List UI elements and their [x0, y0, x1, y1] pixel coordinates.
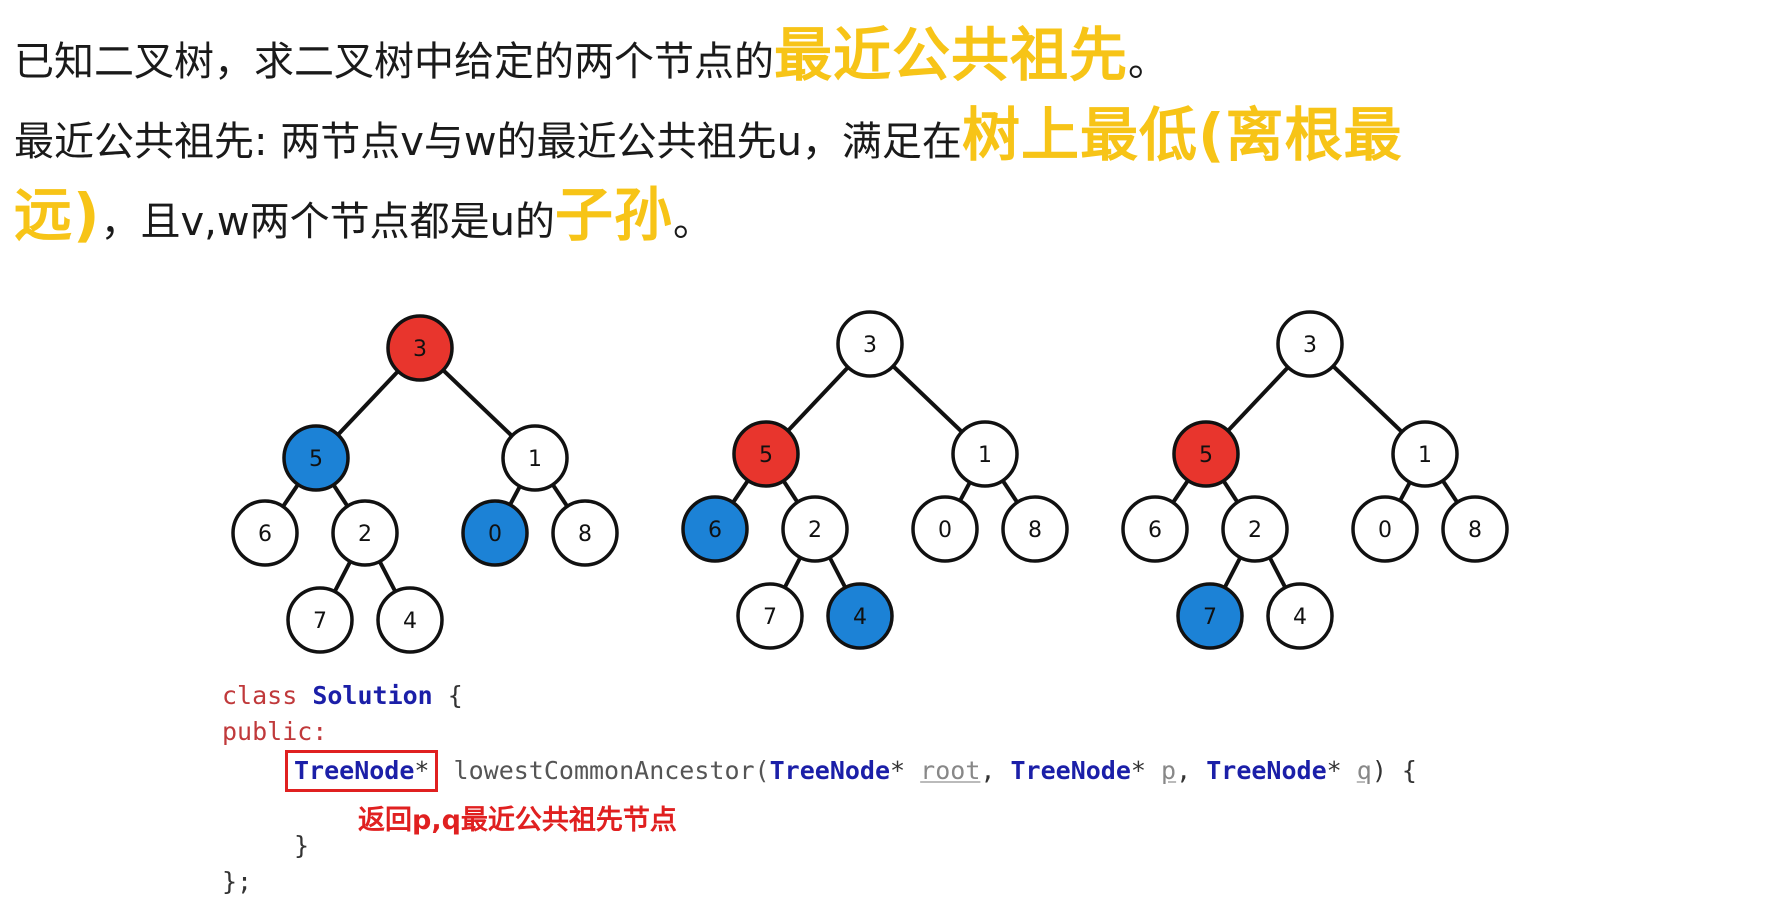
tree-node-label: 5	[1199, 443, 1213, 468]
param3-type: TreeNode	[1206, 756, 1327, 785]
code-line-class: class Solution {	[222, 678, 1417, 714]
param1-type: TreeNode	[769, 756, 891, 785]
param2-name: p	[1161, 756, 1177, 785]
keyword-class: class	[222, 681, 298, 710]
keyword-public: public:	[222, 717, 328, 746]
signature-end: ) {	[1371, 756, 1417, 785]
tree-node-label: 6	[258, 522, 272, 547]
tree-node-label: 7	[763, 605, 777, 630]
tree-node-label: 2	[358, 522, 372, 547]
code-block: class Solution { public: TreeNode* lowes…	[222, 678, 1417, 900]
tree-node-label: 8	[1028, 518, 1042, 543]
tree-node-label: 7	[1203, 605, 1217, 630]
param3-star: *	[1326, 756, 1342, 785]
tree-node-label: 5	[759, 443, 773, 468]
class-name: Solution	[312, 681, 433, 710]
tree-node-label: 3	[1303, 333, 1317, 358]
tree-node-label: 4	[1293, 605, 1307, 630]
tree-node-label: 0	[938, 518, 952, 543]
tree-node-label: 6	[1148, 518, 1162, 543]
tree-3: 3 5 1 6 2 0 8 7 4	[1121, 310, 1509, 650]
return-type-box: TreeNode*	[285, 750, 439, 792]
param3-name: q	[1356, 756, 1372, 785]
param1-star: *	[890, 756, 906, 785]
tree-node-label: 0	[488, 522, 502, 547]
param2-type: TreeNode	[1010, 756, 1131, 785]
function-name: lowestCommonAncestor(	[438, 756, 770, 785]
tree-node-label: 1	[978, 443, 992, 468]
annotation-note: 返回p,q最近公共祖先节点	[358, 805, 677, 836]
param2-star: *	[1130, 756, 1146, 785]
tree-node-label: 1	[528, 447, 542, 472]
brace-open: {	[432, 681, 463, 710]
param1-name: root	[920, 756, 981, 785]
return-star: *	[414, 756, 430, 785]
close-fn-brace: }	[294, 831, 310, 860]
code-line-signature: TreeNode* lowestCommonAncestor(TreeNode*…	[222, 750, 1417, 792]
return-type: TreeNode	[294, 756, 415, 785]
tree-node-label: 3	[413, 337, 427, 362]
tree-node-label: 6	[708, 518, 722, 543]
tree-1: 3 5 1 6 2 0 8 7 4	[231, 314, 619, 654]
tree-node-label: 8	[578, 522, 592, 547]
tree-node-label: 1	[1418, 443, 1432, 468]
tree-node-label: 2	[808, 518, 822, 543]
comma-1: ,	[980, 756, 1011, 785]
tree-node-label: 4	[403, 609, 417, 634]
code-line-close-class: };	[222, 864, 1417, 900]
comma-2: ,	[1176, 756, 1207, 785]
code-line-public: public:	[222, 714, 1417, 750]
tree-node-label: 3	[863, 333, 877, 358]
close-class-brace: };	[222, 867, 253, 896]
tree-node-label: 7	[313, 609, 327, 634]
tree-node-label: 2	[1248, 518, 1262, 543]
tree-node-label: 5	[309, 447, 323, 472]
tree-node-label: 8	[1468, 518, 1482, 543]
tree-node-label: 0	[1378, 518, 1392, 543]
tree-node-label: 4	[853, 605, 867, 630]
tree-2: 3 5 1 6 2 0 8 7 4	[681, 310, 1069, 650]
